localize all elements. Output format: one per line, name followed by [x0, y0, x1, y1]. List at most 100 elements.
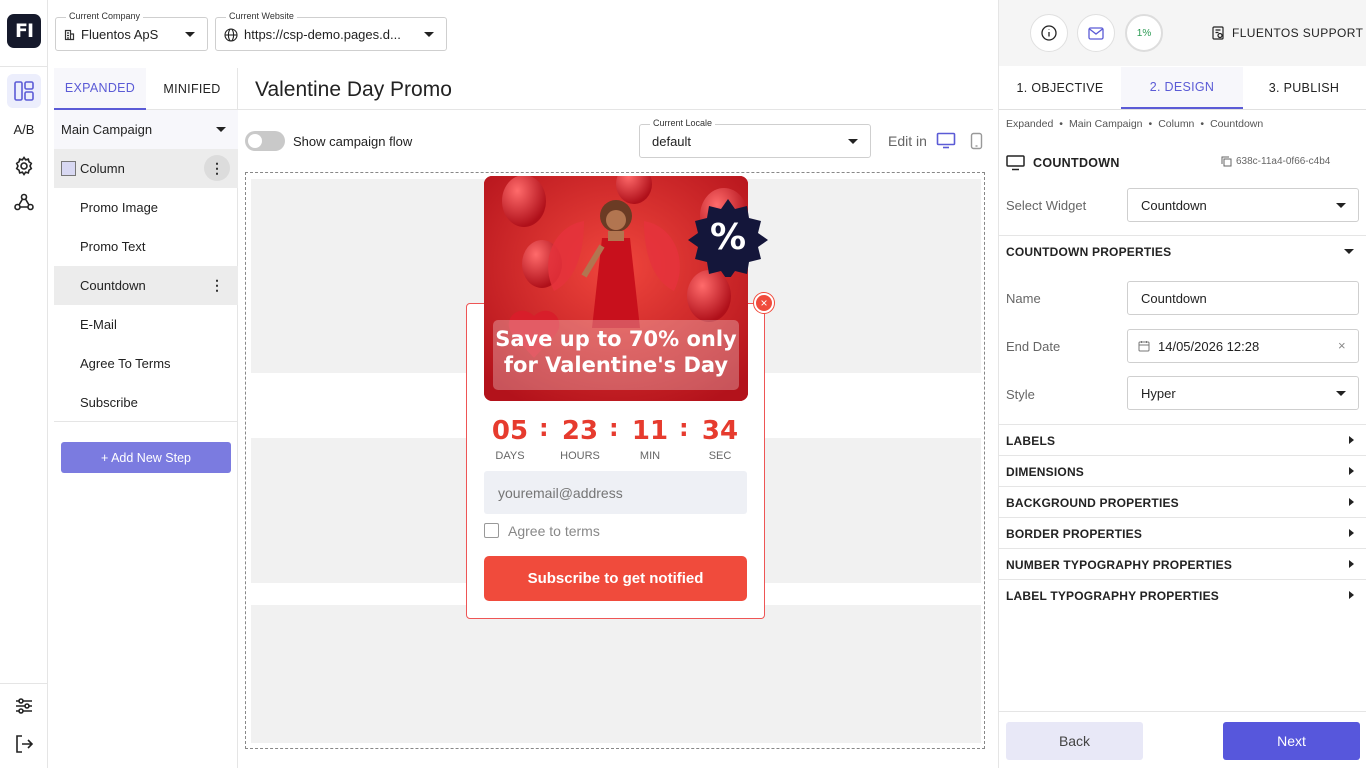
tab-publish[interactable]: 3. PUBLISH [1243, 67, 1365, 109]
more-options-icon[interactable]: ⋮ [204, 272, 230, 298]
tree-item-email[interactable]: E-Mail [54, 305, 238, 344]
building-icon [64, 29, 75, 40]
chevron-right-icon [1349, 498, 1354, 506]
ab-test-button[interactable]: A/B [7, 112, 41, 146]
popup-close-icon[interactable]: × [754, 293, 774, 313]
tree-item-column[interactable]: Column ⋮ [54, 149, 238, 188]
promo-headline: Save up to 70% only for Valentine's Day [493, 326, 739, 378]
app-logo[interactable]: FI [7, 14, 41, 48]
rail-divider [0, 66, 48, 67]
agree-label: Agree to terms [508, 523, 600, 539]
name-field[interactable]: Countdown [1127, 281, 1359, 315]
countdown-separator: : [539, 414, 549, 442]
back-button[interactable]: Back [1006, 722, 1143, 760]
campaign-flow-label: Show campaign flow [293, 134, 413, 149]
mail-icon[interactable] [1077, 14, 1115, 52]
widget-id-value: 638c-11a4-0f66-c4b4 [1236, 156, 1331, 167]
mobile-icon[interactable] [970, 132, 983, 150]
sliders-icon[interactable] [7, 689, 41, 723]
tab-objective[interactable]: 1. OBJECTIVE [999, 67, 1121, 109]
divider [999, 235, 1366, 236]
select-widget-label: Select Widget [1006, 198, 1087, 213]
background-properties-section[interactable]: BACKGROUND PROPERTIES [1006, 496, 1179, 510]
info-icon[interactable] [1030, 14, 1068, 52]
structure-panel: EXPANDED MINIFIED Main Campaign Column ⋮… [48, 68, 238, 768]
promo-headline-line-2: for Valentine's Day [503, 353, 729, 377]
countdown-minutes-value: 11 [631, 416, 669, 446]
name-field-value: Countdown [1141, 290, 1207, 306]
agree-checkbox[interactable] [484, 523, 499, 538]
name-field-label: Name [1006, 291, 1041, 306]
divider [999, 548, 1366, 549]
locale-select[interactable]: Current Locale default [639, 118, 871, 158]
tree-item-label: Countdown [80, 278, 146, 293]
breadcrumb-item[interactable]: Column [1158, 118, 1194, 130]
title-divider [238, 109, 993, 110]
tab-design[interactable]: 2. DESIGN [1121, 67, 1243, 109]
widget-id[interactable]: 638c-11a4-0f66-c4b4 [1221, 156, 1330, 167]
divider [999, 579, 1366, 580]
website-select[interactable]: Current Website https://csp-demo.pages.d… [215, 11, 447, 51]
breadcrumb-item[interactable]: Countdown [1210, 118, 1263, 130]
divider [999, 517, 1366, 518]
tab-expanded[interactable]: EXPANDED [54, 68, 146, 110]
chevron-down-icon[interactable] [1344, 249, 1354, 254]
label-typography-section[interactable]: LABEL TYPOGRAPHY PROPERTIES [1006, 589, 1219, 603]
chevron-right-icon [1349, 529, 1354, 537]
tree-item-label: Promo Text [80, 239, 146, 254]
countdown-hours-value: 23 [561, 416, 599, 446]
toggle-knob [248, 134, 262, 148]
tree-item-promo-image[interactable]: Promo Image [54, 188, 238, 227]
tree-item-countdown[interactable]: Countdown ⋮ [54, 266, 238, 305]
clear-date-icon[interactable]: × [1338, 338, 1346, 353]
number-typography-section[interactable]: NUMBER TYPOGRAPHY PROPERTIES [1006, 558, 1232, 572]
campaign-select[interactable]: Main Campaign [54, 110, 238, 149]
tree-item-promo-text[interactable]: Promo Text [54, 227, 238, 266]
chevron-down-icon [424, 32, 434, 37]
style-select[interactable]: Hyper [1127, 376, 1359, 410]
email-field[interactable] [484, 471, 747, 514]
settings-gear-icon[interactable] [7, 149, 41, 183]
tree-item-agree-to-terms[interactable]: Agree To Terms [54, 344, 238, 383]
widget-title: COUNTDOWN [1033, 156, 1120, 170]
border-properties-section[interactable]: BORDER PROPERTIES [1006, 527, 1142, 541]
company-select[interactable]: Current Company Fluentos ApS [55, 11, 208, 51]
locale-select-value: default [652, 134, 692, 149]
integrations-icon[interactable] [7, 186, 41, 220]
widget-type-select[interactable]: Countdown [1127, 188, 1359, 222]
desktop-icon[interactable] [936, 132, 956, 149]
layout-builder-icon[interactable] [7, 74, 41, 108]
header-actions: 1% FLUENTOS SUPPORT [999, 0, 1366, 66]
globe-icon [224, 27, 238, 42]
divider [999, 455, 1366, 456]
support-link[interactable]: FLUENTOS SUPPORT [1211, 26, 1363, 40]
tree-item-subscribe[interactable]: Subscribe [54, 383, 238, 422]
structure-tabs: EXPANDED MINIFIED [54, 68, 238, 110]
countdown-separator: : [609, 414, 619, 442]
countdown-properties-header[interactable]: COUNTDOWN PROPERTIES [1006, 245, 1171, 259]
chevron-right-icon [1349, 436, 1354, 444]
labels-section[interactable]: LABELS [1006, 434, 1055, 448]
edit-in-label: Edit in [888, 133, 927, 149]
breadcrumb-item[interactable]: Main Campaign [1069, 118, 1143, 130]
tab-minified[interactable]: MINIFIED [146, 68, 238, 110]
end-date-field[interactable]: 14/05/2026 12:28 × [1127, 329, 1359, 363]
discount-badge: % [688, 199, 768, 277]
subscribe-button[interactable]: Subscribe to get notified [484, 556, 747, 601]
countdown-days-label: DAYS [495, 450, 525, 462]
dimensions-section[interactable]: DIMENSIONS [1006, 465, 1084, 479]
campaign-flow-toggle[interactable] [245, 131, 285, 151]
next-button[interactable]: Next [1223, 722, 1360, 760]
logout-icon[interactable] [7, 727, 41, 761]
countdown-minutes: 11 MIN [620, 414, 680, 462]
chevron-right-icon [1349, 591, 1354, 599]
countdown-minutes-label: MIN [639, 450, 661, 462]
company-select-label: Current Company [66, 11, 144, 21]
more-options-icon[interactable]: ⋮ [204, 155, 230, 181]
countdown-seconds-label: SEC [708, 450, 732, 462]
progress-indicator[interactable]: 1% [1125, 14, 1163, 52]
ab-test-label: A/B [13, 121, 35, 137]
breadcrumb-item[interactable]: Expanded [1006, 118, 1053, 130]
add-new-step-button[interactable]: + Add New Step [61, 442, 231, 473]
wizard-tabs: 1. OBJECTIVE 2. DESIGN 3. PUBLISH [999, 67, 1366, 110]
